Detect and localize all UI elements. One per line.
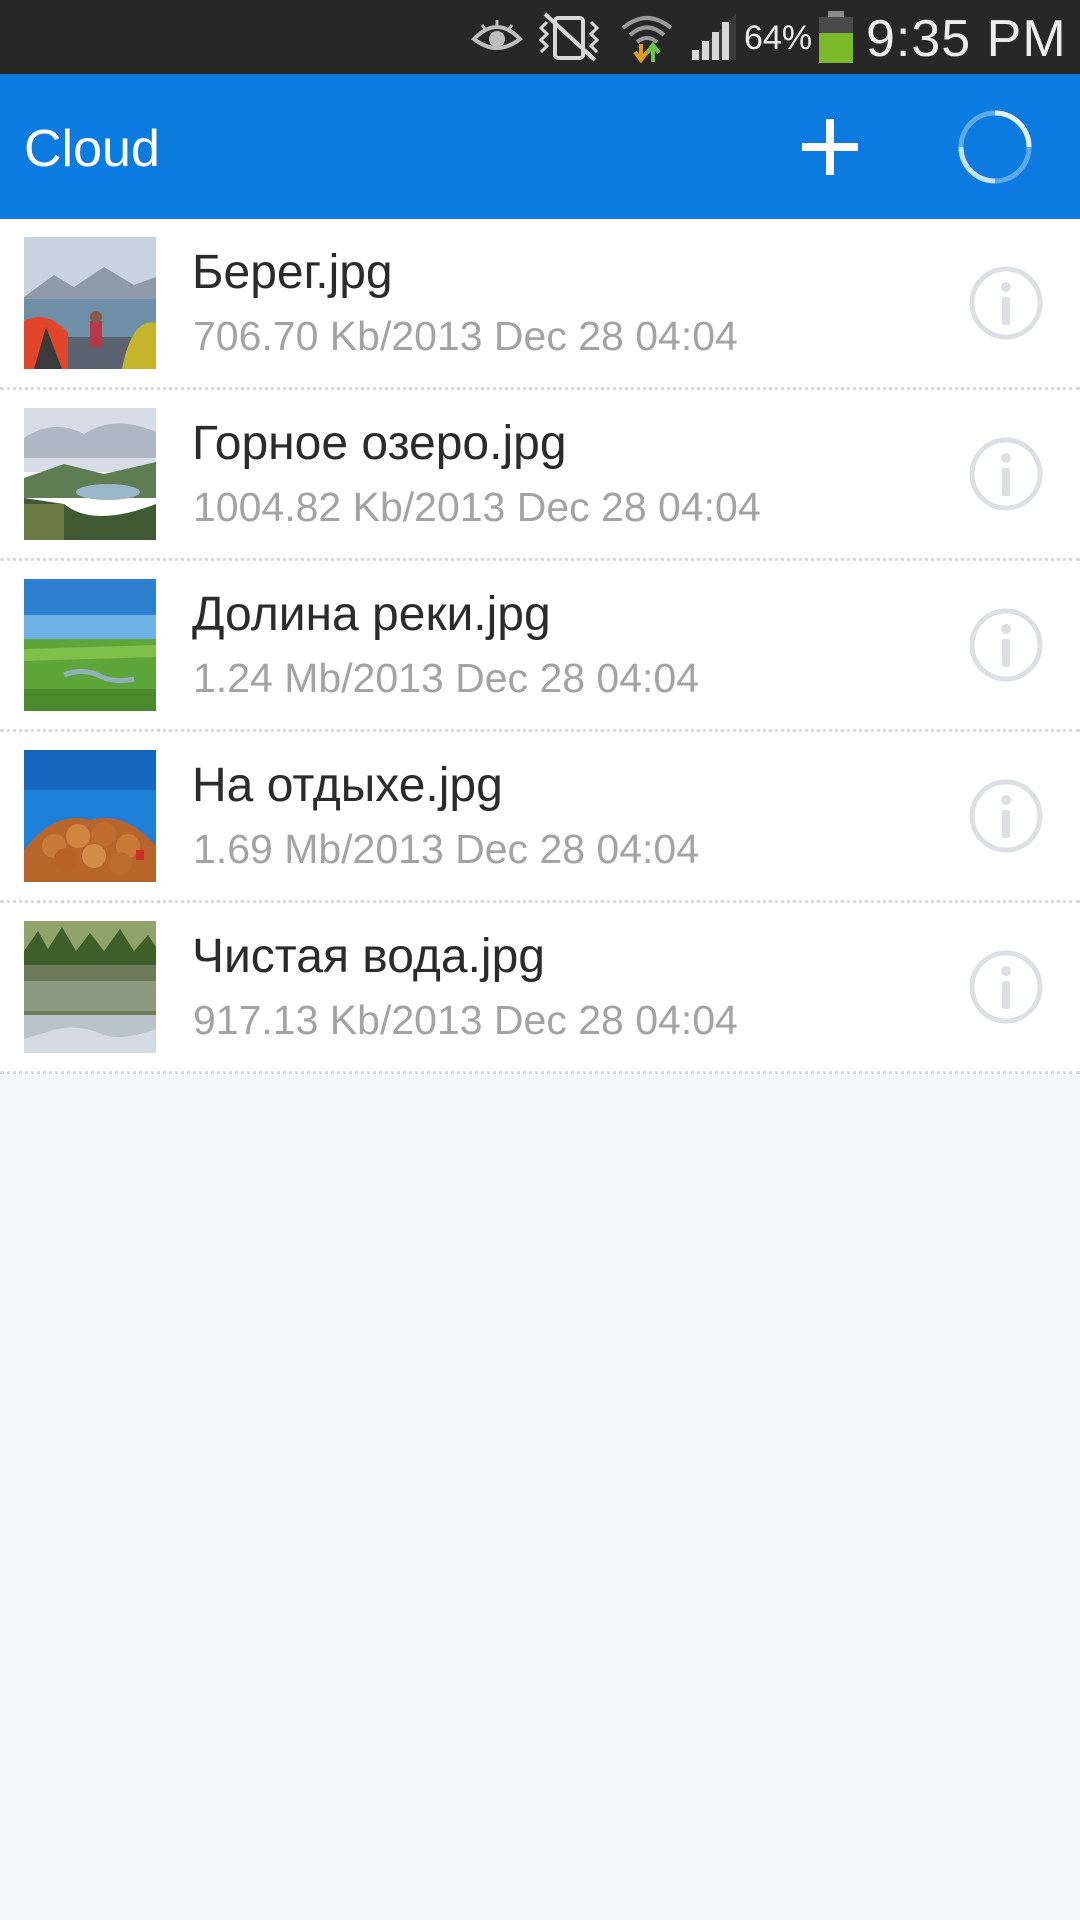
vibrate-icon xyxy=(534,0,606,74)
info-icon xyxy=(969,437,1043,511)
info-icon xyxy=(969,266,1043,340)
eye-icon xyxy=(466,0,528,74)
info-icon xyxy=(969,608,1043,682)
file-meta: 706.70 Kb/2013 Dec 28 04:04 xyxy=(193,313,738,359)
file-thumbnail xyxy=(24,921,156,1053)
file-list: Берег.jpg 706.70 Kb/2013 Dec 28 04:04 Го… xyxy=(0,219,1080,1074)
file-thumbnail xyxy=(24,579,156,711)
battery-percent: 64% xyxy=(744,19,813,57)
sync-indicator[interactable] xyxy=(940,74,1050,219)
file-name: Чистая вода.jpg xyxy=(192,930,545,983)
file-name: Горное озеро.jpg xyxy=(192,417,567,470)
file-thumbnail xyxy=(24,750,156,882)
app-bar: Cloud xyxy=(0,74,1080,219)
list-item[interactable]: Берег.jpg 706.70 Kb/2013 Dec 28 04:04 xyxy=(0,219,1080,390)
file-meta: 917.13 Kb/2013 Dec 28 04:04 xyxy=(193,997,738,1043)
list-item[interactable]: Горное озеро.jpg 1004.82 Kb/2013 Dec 28 … xyxy=(0,390,1080,561)
loading-spinner-icon xyxy=(958,110,1032,183)
info-button[interactable] xyxy=(968,607,1044,683)
file-meta: 1.24 Mb/2013 Dec 28 04:04 xyxy=(193,655,700,701)
file-meta: 1.69 Mb/2013 Dec 28 04:04 xyxy=(193,826,700,872)
info-button[interactable] xyxy=(968,436,1044,512)
list-item[interactable]: Чистая вода.jpg 917.13 Kb/2013 Dec 28 04… xyxy=(0,903,1080,1074)
info-button[interactable] xyxy=(968,949,1044,1025)
file-meta: 1004.82 Kb/2013 Dec 28 04:04 xyxy=(193,484,761,530)
app-title: Cloud xyxy=(24,120,160,178)
info-button[interactable] xyxy=(968,265,1044,341)
list-item[interactable]: На отдыхе.jpg 1.69 Mb/2013 Dec 28 04:04 xyxy=(0,732,1080,903)
clock: 9:35 PM xyxy=(866,10,1067,68)
info-icon xyxy=(969,950,1043,1024)
status-bar: 64% 9:35 PM xyxy=(0,0,1080,74)
wifi-icon xyxy=(612,0,682,74)
add-button[interactable] xyxy=(770,74,890,219)
list-item[interactable]: Долина реки.jpg 1.24 Mb/2013 Dec 28 04:0… xyxy=(0,561,1080,732)
file-thumbnail xyxy=(24,408,156,540)
file-name: Берег.jpg xyxy=(192,246,393,299)
file-name: Долина реки.jpg xyxy=(192,588,551,641)
signal-icon xyxy=(686,0,740,74)
info-icon xyxy=(969,779,1043,853)
info-button[interactable] xyxy=(968,778,1044,854)
plus-icon xyxy=(802,118,858,175)
battery-icon xyxy=(814,0,858,74)
file-name: На отдыхе.jpg xyxy=(192,759,503,812)
file-thumbnail xyxy=(24,237,156,369)
